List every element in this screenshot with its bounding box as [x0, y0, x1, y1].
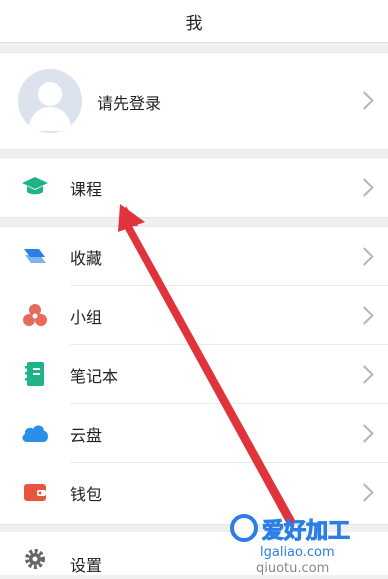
- menu-item-label: 小组: [70, 308, 103, 327]
- wallet-icon: [20, 479, 50, 505]
- chevron-right-icon: [355, 482, 374, 502]
- menu-item-label: 设置: [70, 556, 103, 575]
- bookmark-icon: [20, 243, 50, 269]
- notebook-icon: [20, 361, 50, 387]
- chevron-right-icon: [355, 177, 374, 197]
- login-prompt: 请先登录: [97, 94, 162, 113]
- menu-item-settings[interactable]: 设置: [0, 532, 388, 575]
- default-avatar-icon: [18, 69, 82, 133]
- chevron-right-icon: [355, 91, 374, 110]
- menu-item-notebook[interactable]: 笔记本: [0, 345, 388, 404]
- menu-item-label: 课程: [70, 180, 103, 199]
- cloud-icon: [20, 420, 50, 446]
- menu-item-label: 笔记本: [70, 367, 119, 386]
- chevron-right-icon: [355, 423, 374, 443]
- menu-item-label: 钱包: [70, 485, 103, 504]
- group-icon: [20, 302, 50, 328]
- chevron-right-icon: [355, 305, 374, 325]
- profile-login-row[interactable]: 请先登录: [0, 52, 388, 150]
- gear-icon: [20, 546, 50, 572]
- menu-item-course[interactable]: 课程: [0, 157, 388, 218]
- top-header: 我: [0, 0, 388, 43]
- chevron-right-icon: [355, 364, 374, 384]
- menu-item-label: 云盘: [70, 426, 103, 445]
- chevron-right-icon: [355, 246, 374, 266]
- menu-group: 收藏 小组 笔记本 云盘 钱包: [0, 226, 388, 525]
- graduation-cap-icon: [20, 174, 50, 200]
- menu-item-groups[interactable]: 小组: [0, 286, 388, 345]
- menu-item-favorites[interactable]: 收藏: [0, 227, 388, 286]
- menu-item-label: 收藏: [70, 249, 103, 268]
- page-title: 我: [185, 13, 203, 34]
- menu-item-cloud-drive[interactable]: 云盘: [0, 404, 388, 463]
- menu-item-wallet[interactable]: 钱包: [0, 463, 388, 522]
- avatar[interactable]: [18, 69, 82, 133]
